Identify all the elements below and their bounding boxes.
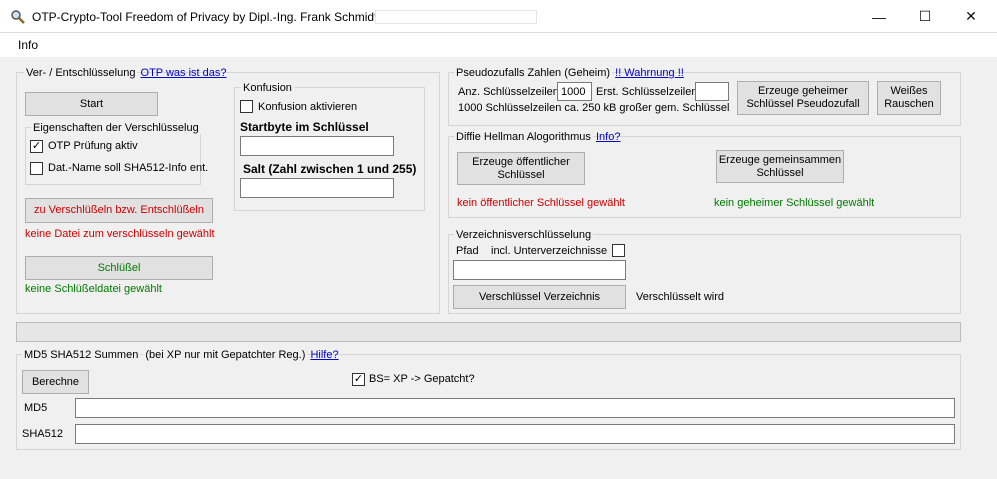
key-size-info: 1000 Schlüsselzeilen ca. 250 kB großer g… bbox=[458, 102, 730, 114]
sha-filename-checkbox[interactable] bbox=[30, 162, 43, 175]
key-status: keine Schlüßeldatei gewählt bbox=[25, 283, 162, 295]
secret-key-status: kein geheimer Schlüssel gewählt bbox=[714, 197, 875, 209]
calculate-button[interactable]: Berechne bbox=[22, 370, 89, 394]
confusion-group-label: Konfusion bbox=[241, 82, 294, 94]
progress-bar bbox=[16, 322, 961, 342]
start-button[interactable]: Start bbox=[25, 92, 158, 116]
select-file-button[interactable]: zu Verschlüßeln bzw. Entschlüßeln bbox=[25, 198, 213, 223]
white-noise-button[interactable]: Weißes Rauschen bbox=[877, 81, 941, 115]
check-mark-icon: ✓ bbox=[31, 140, 42, 152]
select-key-button[interactable]: Schlüßel bbox=[25, 256, 213, 280]
check-mark-icon: ✓ bbox=[353, 373, 364, 385]
hash-group-label: MD5 SHA512 Summen (bei XP nur mit Gepatc… bbox=[22, 349, 339, 361]
startbyte-label: Startbyte im Schlüssel bbox=[240, 120, 369, 134]
path-input[interactable] bbox=[453, 260, 626, 280]
warning-link[interactable]: !! Wahrnung !! bbox=[615, 67, 684, 79]
bs-xp-label: BS= XP -> Gepatcht? bbox=[369, 373, 475, 385]
confusion-activate-label: Konfusion aktivieren bbox=[258, 101, 358, 113]
properties-group-label: Eigenschaften der Verschlüsselug bbox=[31, 122, 201, 134]
dh-group-label: Diffie Hellman Alogorithmus Info? bbox=[454, 131, 621, 143]
public-key-status: kein öffentlicher Schlüssel gewählt bbox=[457, 197, 625, 209]
encrypt-directory-button[interactable]: Verschlüssel Verzeichnis bbox=[453, 285, 626, 309]
key-rows-count-input[interactable] bbox=[557, 82, 592, 101]
dir-encrypt-status: Verschlüsselt wird bbox=[636, 291, 725, 303]
startbyte-input[interactable] bbox=[240, 136, 394, 156]
file-status: keine Datei zum verschlüsseln gewählt bbox=[25, 228, 215, 240]
redacted-block bbox=[375, 10, 537, 24]
dir-group-label: Verzeichnisverschlüsselung bbox=[454, 229, 594, 241]
first-key-rows-input[interactable] bbox=[695, 82, 729, 101]
otp-check-label: OTP Prüfung aktiv bbox=[48, 140, 138, 152]
dh-info-link[interactable]: Info? bbox=[596, 131, 620, 143]
confusion-activate-checkbox[interactable] bbox=[240, 100, 253, 113]
path-label: Pfad bbox=[456, 245, 479, 257]
sha512-field[interactable] bbox=[75, 424, 955, 444]
salt-label: Salt (Zahl zwischen 1 und 255) bbox=[243, 162, 417, 176]
key-rows-count-label: Anz. Schlüsselzeilen bbox=[458, 86, 559, 98]
md5-label: MD5 bbox=[24, 402, 48, 414]
subdirs-label: incl. Unterverzeichnisse bbox=[491, 245, 608, 257]
hash-help-link[interactable]: Hilfe? bbox=[310, 349, 338, 361]
minimize-button[interactable]: — bbox=[856, 0, 902, 33]
generate-public-key-button[interactable]: Erzeuge öffentlicher Schlüssel bbox=[457, 152, 585, 185]
pseudo-group-label: Pseudozufalls Zahlen (Geheim) !! Wahrnun… bbox=[454, 67, 684, 79]
close-button[interactable]: ✕ bbox=[948, 0, 994, 33]
menu-bar bbox=[0, 33, 997, 57]
properties-group bbox=[25, 127, 201, 185]
generate-shared-key-button[interactable]: Erzeuge gemeinsammen Schlüssel bbox=[716, 150, 844, 183]
salt-input[interactable] bbox=[240, 178, 394, 198]
maximize-button[interactable]: ☐ bbox=[902, 0, 948, 33]
first-key-rows-label: Erst. Schlüsselzeilen bbox=[596, 86, 698, 98]
subdirs-checkbox[interactable] bbox=[612, 244, 625, 257]
md5-field[interactable] bbox=[75, 398, 955, 418]
encrypt-group-label: Ver- / Entschlüsselung OTP was ist das? bbox=[24, 67, 227, 79]
title-bar: OTP-Crypto-Tool Freedom of Privacy by Di… bbox=[0, 0, 997, 33]
otp-check-checkbox[interactable]: ✓ bbox=[30, 140, 43, 153]
hash-note: (bei XP nur mit Gepatchter Reg.) bbox=[143, 349, 308, 361]
sha-filename-label: Dat.-Name soll SHA512-Info ent. bbox=[48, 162, 209, 174]
sha512-label: SHA512 bbox=[22, 428, 63, 440]
magnifier-icon bbox=[11, 10, 25, 24]
menu-info[interactable]: Info bbox=[18, 38, 38, 52]
window-title: OTP-Crypto-Tool Freedom of Privacy by Di… bbox=[32, 10, 378, 24]
otp-info-link[interactable]: OTP was ist das? bbox=[141, 67, 227, 79]
bs-xp-checkbox[interactable]: ✓ bbox=[352, 373, 365, 386]
generate-secret-key-button[interactable]: Erzeuge geheimer Schlüssel Pseudozufall bbox=[737, 81, 869, 115]
